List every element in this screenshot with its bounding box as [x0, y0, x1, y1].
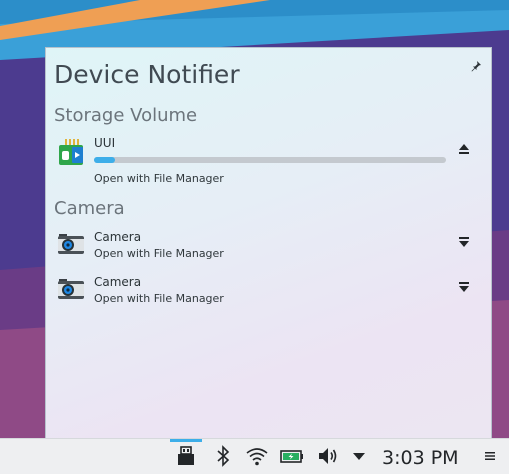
battery-icon[interactable] — [280, 444, 304, 468]
bluetooth-icon[interactable] — [211, 444, 235, 468]
storage-usage-bar — [94, 157, 446, 163]
camera-icon — [58, 234, 84, 254]
device-name-uui[interactable]: UUI — [94, 136, 115, 150]
device-notifier-icon[interactable] — [174, 444, 198, 468]
expand-tray-icon[interactable] — [352, 449, 366, 463]
device-name-camera-1[interactable]: Camera — [94, 230, 141, 244]
storage-usage-fill — [94, 157, 116, 163]
device-notifier-popup: Device Notifier Storage Volume UUI Open … — [45, 47, 492, 439]
chevron-down-icon[interactable] — [457, 235, 471, 249]
section-camera: Camera — [54, 198, 125, 219]
taskbar-panel: 3:03 PM — [0, 438, 509, 474]
pin-icon[interactable] — [470, 60, 482, 72]
menu-icon[interactable] — [483, 449, 497, 463]
section-storage-volume: Storage Volume — [54, 105, 198, 126]
usb-drive-icon — [59, 139, 83, 165]
clock[interactable]: 3:03 PM — [382, 447, 459, 469]
open-with-file-manager-link[interactable]: Open with File Manager — [94, 247, 224, 260]
camera-icon — [58, 279, 84, 299]
popup-title: Device Notifier — [54, 60, 240, 89]
open-with-file-manager-link[interactable]: Open with File Manager — [94, 172, 224, 185]
chevron-down-icon[interactable] — [457, 280, 471, 294]
wifi-icon[interactable] — [245, 444, 269, 468]
volume-icon[interactable] — [316, 444, 340, 468]
device-name-camera-2[interactable]: Camera — [94, 275, 141, 289]
open-with-file-manager-link[interactable]: Open with File Manager — [94, 292, 224, 305]
eject-icon[interactable] — [457, 142, 471, 156]
active-indicator — [170, 439, 202, 442]
